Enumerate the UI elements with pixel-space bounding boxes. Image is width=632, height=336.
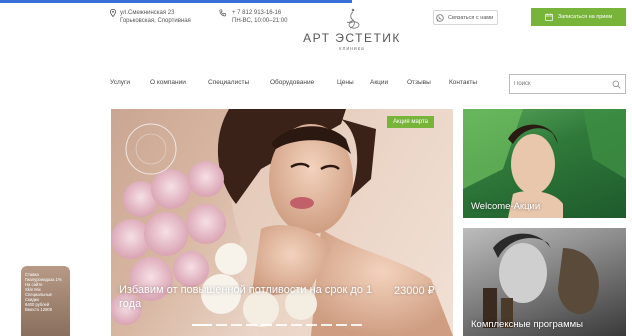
nav-item-promotions[interactable]: Акции <box>370 79 388 86</box>
calendar-icon <box>545 13 553 21</box>
slider-dot[interactable] <box>321 324 332 326</box>
slider-dot[interactable] <box>336 324 347 326</box>
nav-item-contacts[interactable]: Контакты <box>449 79 477 86</box>
hero-slider[interactable]: Акция марта Избавим от повышенной потлив… <box>111 109 453 336</box>
stories-widget-text: Ставка Гиалуронидаза 1% На сайте Skin Mi… <box>25 272 67 312</box>
top-accent-bar <box>0 0 352 3</box>
stories-widget[interactable]: Ставка Гиалуронидаза 1% На сайте Skin Mi… <box>21 266 70 336</box>
nav-item-about[interactable]: О компании <box>150 79 186 86</box>
contact-us-label: Связаться с нами <box>448 14 494 21</box>
promo-badge: Акция марта <box>387 116 435 128</box>
address-street: ул.Смежнинская 23 <box>120 10 175 16</box>
clinic-logo[interactable]: АРТ ЭСТЕТИК клиника <box>292 8 412 52</box>
nav-item-prices[interactable]: Цены <box>337 79 354 86</box>
logo-figure-icon <box>346 8 360 29</box>
logo-name: АРТ ЭСТЕТИК <box>303 31 401 45</box>
contact-us-button[interactable]: Связаться с нами <box>433 10 499 25</box>
promo-card-welcome[interactable]: Welcome-Акции <box>463 109 626 218</box>
address-metro: Горьковская, Спортивная <box>120 18 191 24</box>
slider-dot[interactable] <box>276 324 287 326</box>
welcome-card-label: Welcome-Акции <box>471 201 541 212</box>
appointment-label: Записаться на прием <box>557 14 613 20</box>
slider-dot[interactable] <box>216 324 227 326</box>
opening-hours: ПН-ВС, 10:00–21:00 <box>232 18 288 24</box>
appointment-button[interactable]: Записаться на прием <box>531 8 626 26</box>
slider-dot[interactable] <box>351 324 362 326</box>
slider-dot[interactable] <box>306 324 317 326</box>
location-pin-icon <box>110 9 116 17</box>
logo-subtitle: клиника <box>339 46 365 52</box>
hero-title[interactable]: Избавим от повышенной потливости на срок… <box>119 283 379 311</box>
search-input[interactable] <box>514 78 604 90</box>
promo-card-programs[interactable]: Комплексные программы <box>463 228 626 336</box>
search-icon[interactable] <box>612 80 621 89</box>
nav-item-equipment[interactable]: Оборудование <box>270 79 314 86</box>
slider-dot[interactable] <box>231 324 242 326</box>
slider-dots <box>192 324 362 326</box>
phone-number[interactable]: + 7 812 913-16-16 <box>232 9 287 17</box>
nav-item-reviews[interactable]: Отзывы <box>407 79 431 86</box>
whatsapp-icon <box>436 13 444 22</box>
widget-line: Вместо 12800 <box>25 307 53 312</box>
hero-price: 23000 ₽ <box>394 285 435 297</box>
slider-dot[interactable] <box>291 324 302 326</box>
slider-dot[interactable] <box>192 324 212 326</box>
programs-card-label: Комплексные программы <box>471 319 583 330</box>
search-box <box>509 74 626 94</box>
slider-dot[interactable] <box>246 324 257 326</box>
slider-dot[interactable] <box>261 324 272 326</box>
nav-item-services[interactable]: Услуги <box>110 79 130 86</box>
phone-icon <box>219 9 226 17</box>
nav-item-specialists[interactable]: Специалисты <box>208 79 249 86</box>
